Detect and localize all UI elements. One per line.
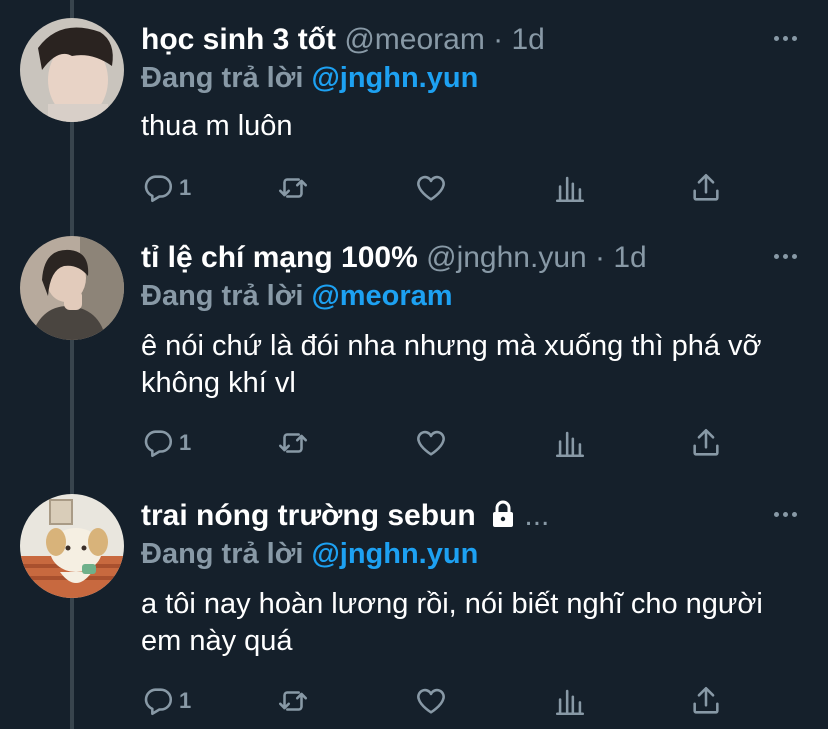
analytics-button[interactable] [553,681,587,721]
share-icon [693,173,719,201]
analytics-icon [555,176,585,203]
analytics-button[interactable] [553,168,587,208]
tweet-header: tỉ lệ chí mạng 100% @jnghn.yun · 1d [141,238,647,278]
share-button[interactable] [689,681,723,721]
tweet[interactable]: tỉ lệ chí mạng 100% @jnghn.yun · 1d Đang… [0,236,828,476]
avatar[interactable] [20,236,124,340]
reply-button[interactable]: 1 [141,681,191,721]
display-name[interactable]: học sinh 3 tốt [141,23,336,56]
more-options-icon[interactable] [774,504,798,524]
display-name[interactable]: tỉ lệ chí mạng 100% [141,241,418,274]
handle-and-time[interactable]: @meoram · 1d [344,23,545,56]
replying-to: Đang trả lời @jnghn.yun [141,58,478,98]
tweet[interactable]: trai nóng trường sebun ... Đang trả lời … [0,494,828,729]
display-name[interactable]: trai nóng trường sebun [141,499,476,532]
tweet-header: trai nóng trường sebun ... [141,496,549,536]
retweet-icon [278,178,308,198]
tweet-header: học sinh 3 tốt @meoram · 1d [141,20,545,60]
lock-icon [493,500,514,527]
share-button[interactable] [689,423,723,463]
reply-count: 1 [179,430,192,455]
reply-count: 1 [179,175,192,200]
reply-button[interactable]: 1 [141,168,191,208]
retweet-icon [278,433,308,453]
reply-icon [144,688,173,716]
replying-to-mention[interactable]: @jnghn.yun [311,62,478,94]
like-button[interactable] [414,681,448,721]
avatar[interactable] [20,18,124,122]
heart-icon [417,175,445,201]
avatar[interactable] [20,494,124,598]
analytics-icon [555,689,585,716]
analytics-icon [555,431,585,458]
tweet-actions: 1 [141,168,741,208]
reply-button[interactable]: 1 [141,423,191,463]
retweet-button[interactable] [276,681,310,721]
like-button[interactable] [414,168,448,208]
avatar-photo [20,494,124,598]
retweet-button[interactable] [276,168,310,208]
replying-to-label: Đang trả lời [141,280,304,312]
handle-and-time[interactable]: @jnghn.yun · 1d [426,241,647,274]
tweet-text: thua m luôn [141,110,293,142]
reply-icon [144,175,173,203]
avatar-photo [20,236,124,340]
replying-to-mention[interactable]: @jnghn.yun [311,538,478,570]
replying-to: Đang trả lời @meoram [141,276,453,316]
tweet-actions: 1 [141,423,741,463]
like-button[interactable] [414,423,448,463]
tweet-actions: 1 [141,681,741,721]
tweet[interactable]: học sinh 3 tốt @meoram · 1d Đang trả lời… [0,18,828,228]
heart-icon [417,688,445,714]
retweet-icon [278,691,308,711]
retweet-button[interactable] [276,423,310,463]
share-button[interactable] [689,168,723,208]
more-options-icon[interactable] [774,246,798,266]
replying-to-label: Đang trả lời [141,62,304,94]
replying-to-mention[interactable]: @meoram [311,280,452,312]
avatar-photo [20,18,124,122]
replying-to-label: Đang trả lời [141,538,304,570]
handle-and-time[interactable]: ... [524,499,549,532]
reply-icon [144,430,173,458]
more-options-icon[interactable] [774,28,798,48]
share-icon [693,428,719,456]
share-icon [693,686,719,714]
tweet-text: ê nói chứ là đói nha nhưng mà xuống thì … [141,330,762,399]
heart-icon [417,430,445,456]
analytics-button[interactable] [553,423,587,463]
reply-count: 1 [179,688,192,713]
replying-to: Đang trả lời @jnghn.yun [141,534,478,574]
tweet-text: a tôi nay hoàn lương rồi, nói biết nghĩ … [141,588,763,657]
